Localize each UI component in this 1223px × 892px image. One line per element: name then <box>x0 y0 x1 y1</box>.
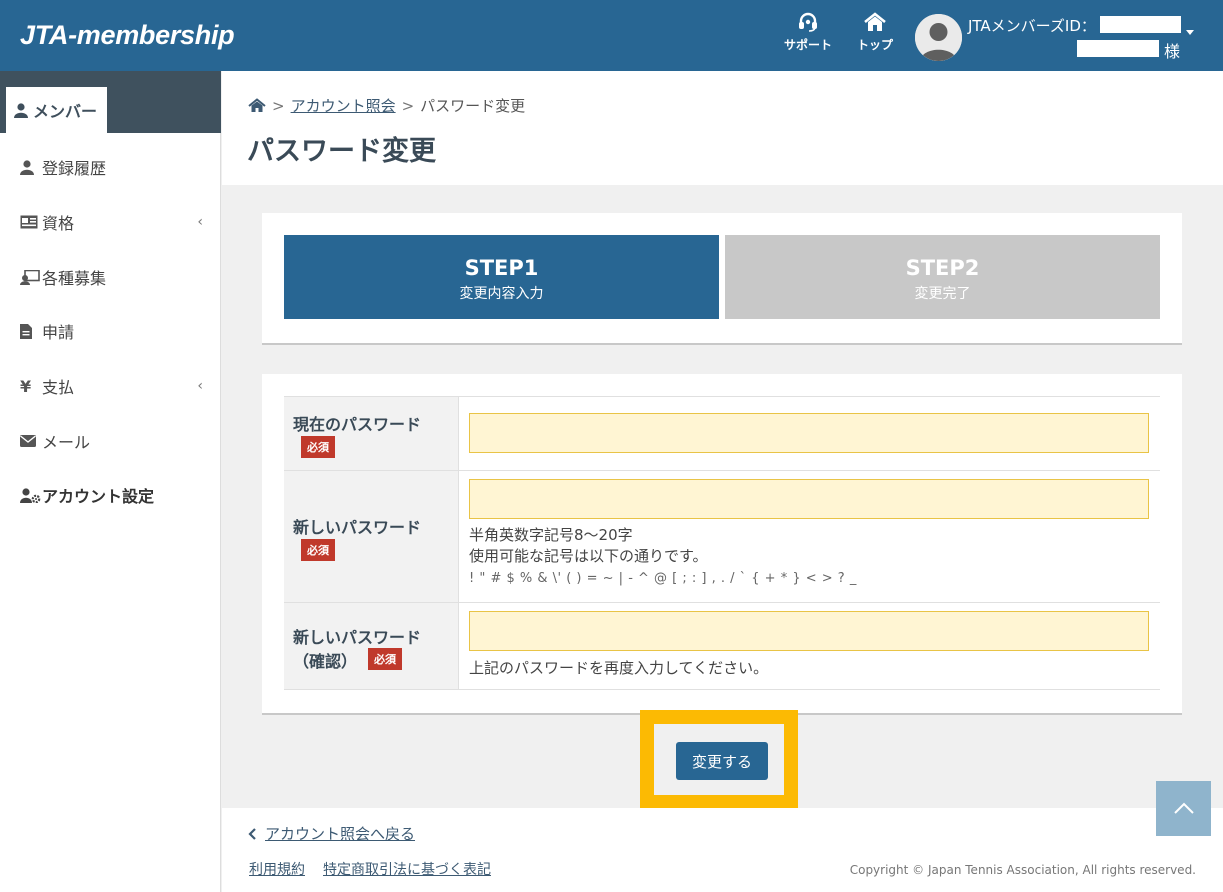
envelope-icon <box>20 435 36 447</box>
field-label-cell: 新しいパスワード （確認） 必須 <box>284 603 459 689</box>
sidebar-item-label: 登録履歴 <box>42 159 107 178</box>
step-2: STEP2 変更完了 <box>725 235 1160 319</box>
sidebar-item-account-settings[interactable]: アカウント設定 <box>0 470 221 520</box>
field-label: 新しいパスワード <box>293 518 422 537</box>
step-title: STEP2 <box>905 256 980 280</box>
sidebar-item-label: メール <box>42 433 91 452</box>
password-allowed-symbols: ! " # $ % & \' ( ) = ~ | - ^ @ [ ; : ] ,… <box>469 571 857 586</box>
required-badge: 必須 <box>301 436 335 458</box>
breadcrumb: > アカウント照会 > パスワード変更 <box>248 95 525 116</box>
avatar[interactable] <box>915 14 962 61</box>
back-link-label: アカウント照会へ戻る <box>265 825 416 843</box>
sidebar: メンバー 登録履歴 資格 ‹ 各種募集 申請 ¥ 支払 ‹ メール アカウント設… <box>0 71 221 892</box>
member-id-label: JTAメンバーズID： <box>968 17 1096 35</box>
breadcrumb-separator: > <box>401 96 415 115</box>
honorific: 様 <box>1164 42 1181 61</box>
sidebar-item-application[interactable]: 申請 <box>0 306 221 356</box>
home-icon[interactable] <box>248 98 266 113</box>
field-label-sub: （確認） <box>293 652 358 671</box>
document-icon <box>20 323 32 339</box>
sidebar-item-payment[interactable]: ¥ 支払 ‹ <box>0 361 221 411</box>
home-icon <box>864 12 886 31</box>
step-subtitle: 変更完了 <box>914 286 971 302</box>
member-id-value-redacted <box>1100 16 1181 33</box>
top-header: JTA-membership サポート トップ JTAメンバーズID： 様 <box>0 0 1223 71</box>
step-title: STEP1 <box>464 256 539 280</box>
page-header: > アカウント照会 > パスワード変更 パスワード変更 <box>222 71 1223 185</box>
page-title: パスワード変更 <box>247 136 436 167</box>
top-button[interactable]: トップ <box>845 12 905 53</box>
user-menu-caret-icon[interactable] <box>1186 30 1194 35</box>
support-label: サポート <box>783 38 832 52</box>
user-gear-icon <box>20 487 41 503</box>
sidebar-tab-member[interactable]: メンバー <box>6 87 107 133</box>
sidebar-item-label: 資格 <box>42 214 75 233</box>
form-row-current-password: 現在のパスワード 必須 <box>284 396 1160 470</box>
breadcrumb-link-account[interactable]: アカウント照会 <box>291 95 396 116</box>
sidebar-item-qualification[interactable]: 資格 ‹ <box>0 197 221 247</box>
chevron-left-icon: ‹ <box>197 378 203 394</box>
sidebar-item-label: アカウント設定 <box>42 487 155 506</box>
sidebar-item-history[interactable]: 登録履歴 <box>0 142 221 192</box>
field-label-cell: 現在のパスワード 必須 <box>284 397 459 470</box>
recruit-icon <box>20 269 40 285</box>
user-avatar-icon <box>915 14 962 61</box>
required-badge: 必須 <box>301 539 335 561</box>
copyright: Copyright © Japan Tennis Association, Al… <box>849 863 1196 877</box>
password-rule-length: 半角英数字記号8〜20字 <box>469 526 633 544</box>
password-form: 現在のパスワード 必須 新しいパスワード 必須 半角英数字記号8〜20字 使用可… <box>262 374 1182 715</box>
terms-link[interactable]: 利用規約 <box>249 859 305 879</box>
form-row-new-password: 新しいパスワード 必須 半角英数字記号8〜20字 使用可能な記号は以下の通りです… <box>284 470 1160 602</box>
id-card-icon <box>20 215 38 229</box>
scroll-to-top-button[interactable] <box>1156 781 1211 836</box>
member-name-redacted <box>1077 40 1159 57</box>
app-logo[interactable]: JTA-membership <box>20 20 235 51</box>
headset-icon <box>799 12 817 32</box>
field-label: 現在のパスワード <box>293 415 422 434</box>
breadcrumb-separator: > <box>272 96 285 115</box>
current-password-input[interactable] <box>469 413 1149 453</box>
user-icon <box>20 159 34 175</box>
sidebar-item-label: 支払 <box>42 378 75 397</box>
user-icon <box>14 102 28 118</box>
field-label: 新しいパスワード <box>293 628 422 647</box>
chevron-up-icon <box>1173 802 1194 814</box>
confirm-password-input[interactable] <box>469 611 1149 651</box>
support-button[interactable]: サポート <box>778 12 838 53</box>
breadcrumb-current: パスワード変更 <box>420 97 526 115</box>
sidebar-item-label: 各種募集 <box>42 269 107 288</box>
form-row-confirm-password: 新しいパスワード （確認） 必須 上記のパスワードを再度入力してください。 <box>284 602 1160 690</box>
chevron-left-icon: ‹ <box>197 214 203 230</box>
sidebar-tab-label: メンバー <box>33 102 98 121</box>
yen-icon: ¥ <box>20 376 32 396</box>
sidebar-item-mail[interactable]: メール <box>0 416 221 466</box>
top-label: トップ <box>856 38 893 52</box>
step-indicator: STEP1 変更内容入力 STEP2 変更完了 <box>262 213 1182 345</box>
chevron-left-icon <box>248 827 256 840</box>
sidebar-item-label: 申請 <box>42 323 75 342</box>
step-subtitle: 変更内容入力 <box>459 286 544 302</box>
step-1: STEP1 変更内容入力 <box>284 235 719 319</box>
back-to-account-link[interactable]: アカウント照会へ戻る <box>248 823 415 844</box>
field-label-cell: 新しいパスワード 必須 <box>284 471 459 602</box>
footer: アカウント照会へ戻る 利用規約 特定商取引法に基づく表記 Copyright ©… <box>222 808 1223 892</box>
sidebar-item-recruit[interactable]: 各種募集 <box>0 252 221 302</box>
confirm-password-help: 上記のパスワードを再度入力してください。 <box>469 659 769 677</box>
password-rule-symbols-note: 使用可能な記号は以下の通りです。 <box>469 547 708 565</box>
change-button[interactable]: 変更する <box>676 742 768 780</box>
required-badge: 必須 <box>368 648 402 670</box>
new-password-input[interactable] <box>469 479 1149 519</box>
tokusho-link[interactable]: 特定商取引法に基づく表記 <box>323 859 491 879</box>
